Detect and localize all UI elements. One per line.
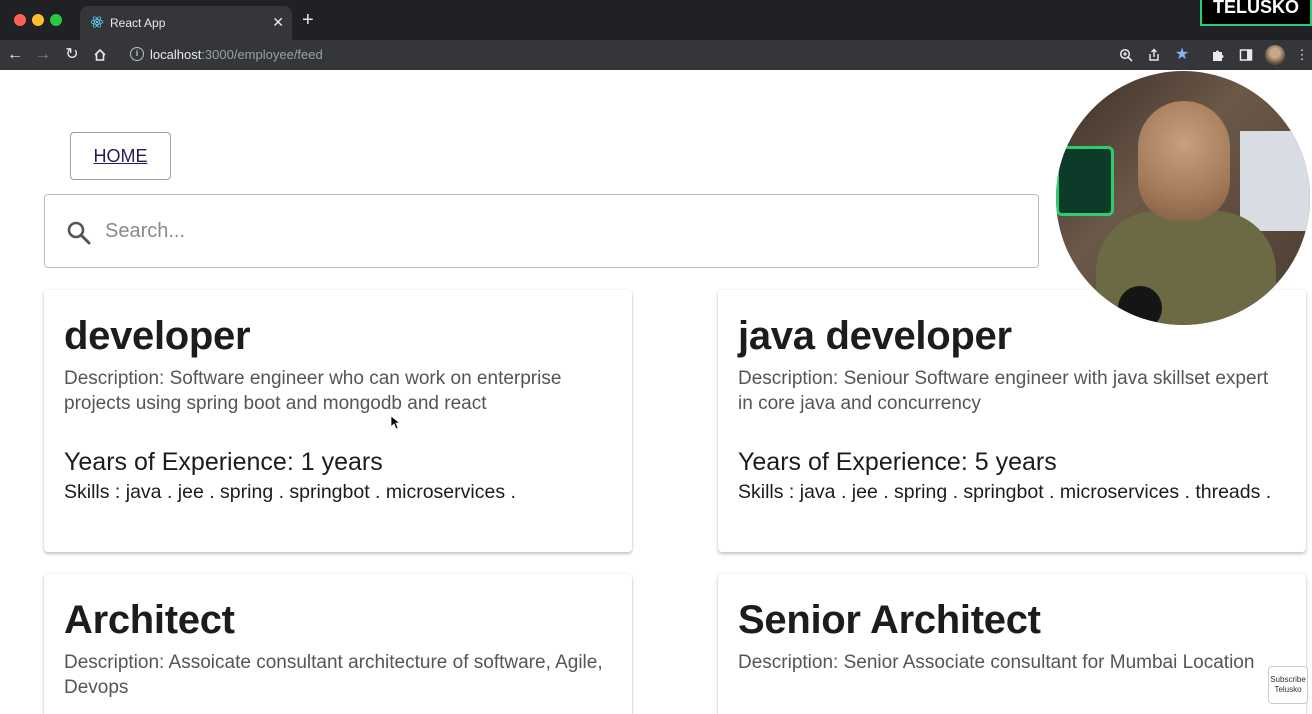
job-description: Description: Senior Associate consultant…	[738, 652, 1255, 673]
browser-tab[interactable]: React App ✕	[80, 6, 292, 40]
presenter-webcam-overlay	[1056, 71, 1310, 325]
site-info-icon[interactable]: i	[130, 47, 144, 61]
search-input[interactable]	[105, 213, 1005, 249]
home-button[interactable]: HOME	[70, 132, 171, 180]
new-tab-button[interactable]: +	[302, 10, 314, 30]
job-title: Architect	[64, 598, 235, 642]
reload-icon[interactable]: ↻	[61, 44, 83, 66]
microphone	[1118, 286, 1162, 325]
back-icon[interactable]: ←	[4, 44, 26, 66]
browser-window: React App ✕ + TELUSKO ← → ↻ i localhost:…	[0, 0, 1312, 714]
job-experience: Years of Experience: 5 years	[738, 448, 1057, 476]
telusko-logo: TELUSKO	[1200, 0, 1312, 26]
address-bar[interactable]: i localhost:3000/employee/feed	[120, 43, 1120, 67]
zoom-icon[interactable]	[1117, 46, 1135, 64]
job-card[interactable]: developer Description: Software engineer…	[44, 290, 632, 552]
side-panel-icon[interactable]	[1237, 46, 1255, 64]
browser-toolbar: ← → ↻ i localhost:3000/employee/feed ★ ⋮	[0, 40, 1312, 70]
job-skills: Skills : java . jee . spring . springbot…	[64, 481, 516, 503]
job-card[interactable]: java developer Description: Seniour Soft…	[718, 290, 1306, 552]
search-field[interactable]	[44, 194, 1039, 268]
job-skills: Skills : java . jee . spring . springbot…	[738, 481, 1272, 503]
profile-avatar[interactable]	[1265, 45, 1285, 65]
subscribe-watermark[interactable]: Subscribe Telusko	[1268, 666, 1308, 704]
subscribe-text: Subscribe	[1270, 675, 1306, 684]
background-screen	[1056, 146, 1114, 216]
home-icon[interactable]	[89, 44, 111, 66]
job-card[interactable]: Architect Description: Assoicate consult…	[44, 574, 632, 714]
menu-kebab-icon[interactable]: ⋮	[1293, 46, 1311, 64]
background-poster	[1240, 131, 1310, 231]
react-logo-icon	[90, 16, 104, 28]
forward-icon[interactable]: →	[32, 44, 54, 66]
job-description: Description: Assoicate consultant archit…	[64, 652, 603, 698]
job-title: developer	[64, 314, 251, 358]
minimize-window-button[interactable]	[32, 14, 44, 26]
extensions-icon[interactable]	[1209, 46, 1227, 64]
presenter-head	[1138, 101, 1230, 221]
job-description: Description: Software engineer who can w…	[64, 368, 562, 414]
share-icon[interactable]	[1145, 46, 1163, 64]
job-title: Senior Architect	[738, 598, 1041, 642]
close-tab-icon[interactable]: ✕	[272, 12, 284, 32]
tab-title: React App	[110, 16, 166, 30]
tab-bar: React App ✕ + TELUSKO	[0, 0, 1312, 40]
job-card[interactable]: Senior Architect Description: Senior Ass…	[718, 574, 1306, 714]
url-host: localhost	[150, 47, 202, 62]
url-path: :3000/employee/feed	[201, 47, 323, 62]
job-experience: Years of Experience: 1 years	[64, 448, 383, 476]
maximize-window-button[interactable]	[50, 14, 62, 26]
search-icon	[67, 221, 91, 245]
bookmark-star-icon[interactable]: ★	[1173, 46, 1191, 64]
page-content: HOME developer Description: Software eng…	[0, 70, 1312, 714]
close-window-button[interactable]	[14, 14, 26, 26]
job-description: Description: Seniour Software engineer w…	[738, 368, 1269, 414]
channel-name: Telusko	[1274, 685, 1302, 694]
url-text[interactable]: localhost:3000/employee/feed	[150, 47, 323, 62]
mouse-cursor-icon	[391, 416, 401, 430]
